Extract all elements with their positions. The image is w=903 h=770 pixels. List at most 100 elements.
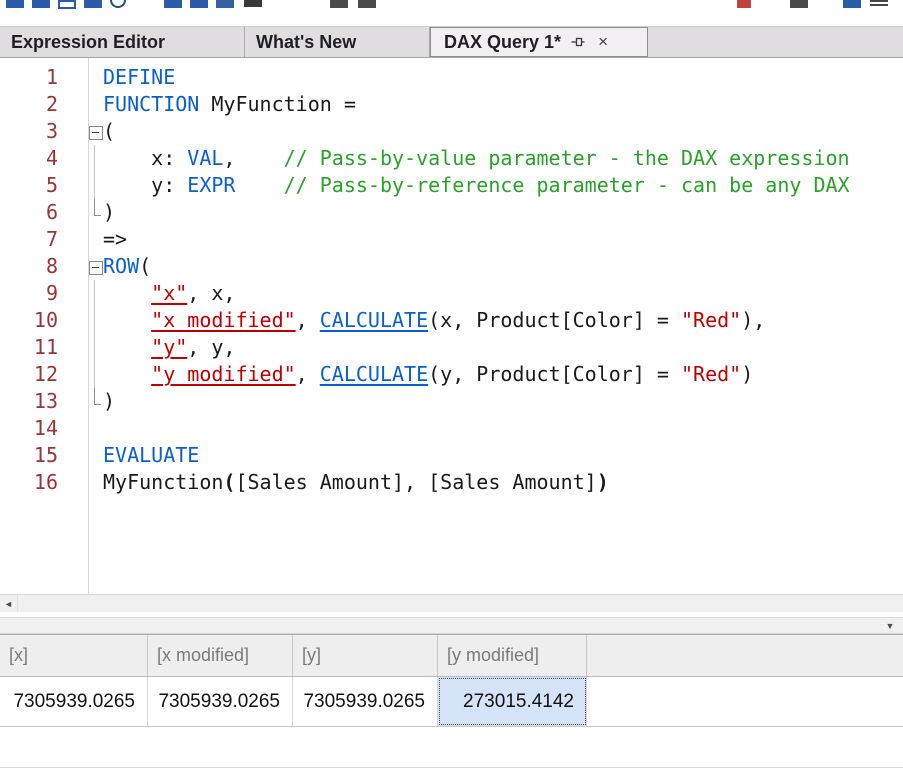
fold-guide — [88, 361, 103, 388]
line-number: 8 — [0, 253, 88, 280]
line-number: 9 — [0, 280, 88, 307]
code-line[interactable]: 14 — [0, 415, 903, 442]
toolbar-icon-fragment[interactable] — [330, 0, 348, 8]
code-line[interactable]: 4 x: VAL, // Pass-by-value parameter - t… — [0, 145, 903, 172]
code-line[interactable]: 9 "x", x, — [0, 280, 903, 307]
code-line[interactable]: 6) — [0, 199, 903, 226]
toolbar-icon-fragment[interactable] — [6, 0, 24, 8]
toolbar-icon-fragment[interactable] — [737, 0, 751, 8]
code-text: EVALUATE — [103, 442, 903, 469]
column-header[interactable]: [x] — [0, 635, 148, 676]
code-text: DEFINE — [103, 64, 903, 91]
tab-whats-new[interactable]: What's New — [245, 27, 430, 57]
pin-icon[interactable] — [570, 33, 586, 51]
code-text: "x", x, — [103, 280, 903, 307]
tab-label: What's New — [256, 32, 356, 53]
line-number: 13 — [0, 388, 88, 415]
fold-margin — [88, 226, 103, 253]
fold-guide — [88, 199, 103, 226]
fold-margin — [88, 91, 103, 118]
line-number: 5 — [0, 172, 88, 199]
toolbar-icon-fragment[interactable] — [110, 0, 126, 8]
code-line[interactable]: 2 FUNCTION MyFunction = — [0, 91, 903, 118]
tab-expression-editor[interactable]: Expression Editor — [0, 27, 245, 57]
grid-cell[interactable]: 7305939.0265 — [148, 677, 293, 726]
code-text: "y", y, — [103, 334, 903, 361]
fold-margin — [88, 469, 103, 496]
toolbar-icon-fragment[interactable] — [190, 0, 208, 8]
line-number: 10 — [0, 307, 88, 334]
column-header[interactable]: [y modified] — [438, 635, 587, 676]
line-number: 1 — [0, 64, 88, 91]
code-text: ROW( — [103, 253, 903, 280]
code-text: "y modified", CALCULATE(y, Product[Color… — [103, 361, 903, 388]
line-number: 15 — [0, 442, 88, 469]
code-text — [103, 415, 903, 442]
code-editor[interactable]: 1 DEFINE 2 FUNCTION MyFunction =3(4 x: VAL,… — [0, 58, 903, 594]
column-header[interactable]: [x modified] — [148, 635, 293, 676]
line-number: 16 — [0, 469, 88, 496]
tab-bar: Expression Editor What's New DAX Query 1… — [0, 26, 903, 58]
close-icon[interactable]: × — [595, 33, 611, 51]
line-number: 3 — [0, 118, 88, 145]
code-line[interactable]: 8 ROW( — [0, 253, 903, 280]
code-line[interactable]: 12 "y modified", CALCULATE(y, Product[Co… — [0, 361, 903, 388]
line-number: 2 — [0, 91, 88, 118]
toolbar-icon-fragment[interactable] — [84, 0, 102, 8]
fold-guide — [88, 172, 103, 199]
line-number: 11 — [0, 334, 88, 361]
code-text: FUNCTION MyFunction = — [103, 91, 903, 118]
toolbar-icon-fragment[interactable] — [870, 0, 888, 8]
results-grid: [x][x modified][y][y modified] 7305939.0… — [0, 634, 903, 727]
toolbar — [0, 0, 903, 26]
tab-label: DAX Query 1* — [444, 32, 561, 53]
code-line[interactable]: 16MyFunction([Sales Amount], [Sales Amou… — [0, 469, 903, 496]
code-line[interactable]: 5 y: EXPR // Pass-by-reference parameter… — [0, 172, 903, 199]
code-line[interactable]: 11 "y", y, — [0, 334, 903, 361]
scroll-down-button[interactable]: ▼ — [882, 621, 898, 631]
code-text: ) — [103, 199, 903, 226]
toolbar-icon-fragment[interactable] — [164, 0, 182, 8]
horizontal-scrollbar[interactable]: ◄ — [0, 594, 903, 612]
tab-dax-query-1[interactable]: DAX Query 1* × — [430, 27, 648, 57]
code-lines: 1 DEFINE 2 FUNCTION MyFunction =3(4 x: VAL,… — [0, 58, 903, 496]
code-text: ) — [103, 388, 903, 415]
code-text: x: VAL, // Pass-by-value parameter - the… — [103, 145, 903, 172]
bottom-border — [0, 767, 903, 768]
code-text: y: EXPR // Pass-by-reference parameter -… — [103, 172, 903, 199]
fold-guide — [88, 145, 103, 172]
toolbar-icon-fragment[interactable] — [244, 0, 262, 7]
line-number: 4 — [0, 145, 88, 172]
grid-rows: 7305939.02657305939.02657305939.02652730… — [0, 677, 903, 727]
code-line[interactable]: 10 "x modified", CALCULATE(x, Product[Co… — [0, 307, 903, 334]
fold-guide — [88, 280, 103, 307]
code-line[interactable]: 3( — [0, 118, 903, 145]
grid-cell[interactable]: 273015.4142 — [438, 677, 587, 726]
column-header-filler — [587, 635, 903, 676]
line-number: 14 — [0, 415, 88, 442]
column-header[interactable]: [y] — [293, 635, 438, 676]
code-line[interactable]: 15 EVALUATE — [0, 442, 903, 469]
fold-toggle-icon[interactable] — [88, 118, 103, 145]
scroll-left-button[interactable]: ◄ — [0, 595, 18, 612]
code-text: => — [103, 226, 903, 253]
toolbar-icon-fragment[interactable] — [58, 0, 76, 9]
toolbar-icon-fragment[interactable] — [843, 0, 861, 8]
grid-cell[interactable]: 7305939.0265 — [293, 677, 438, 726]
line-number: 6 — [0, 199, 88, 226]
fold-margin — [88, 442, 103, 469]
code-line[interactable]: 13) — [0, 388, 903, 415]
fold-guide — [88, 388, 103, 415]
fold-toggle-icon[interactable] — [88, 253, 103, 280]
code-line[interactable]: 7 => — [0, 226, 903, 253]
grid-cell-filler — [587, 677, 903, 726]
code-line[interactable]: 1 DEFINE — [0, 64, 903, 91]
grid-cell[interactable]: 7305939.0265 — [0, 677, 148, 726]
toolbar-icon-fragment[interactable] — [358, 0, 376, 8]
code-text: "x modified", CALCULATE(x, Product[Color… — [103, 307, 903, 334]
toolbar-icon-fragment[interactable] — [216, 0, 234, 8]
tab-label: Expression Editor — [11, 32, 165, 53]
toolbar-icon-fragment[interactable] — [790, 0, 808, 8]
toolbar-icon-fragment[interactable] — [32, 0, 50, 8]
line-number: 7 — [0, 226, 88, 253]
